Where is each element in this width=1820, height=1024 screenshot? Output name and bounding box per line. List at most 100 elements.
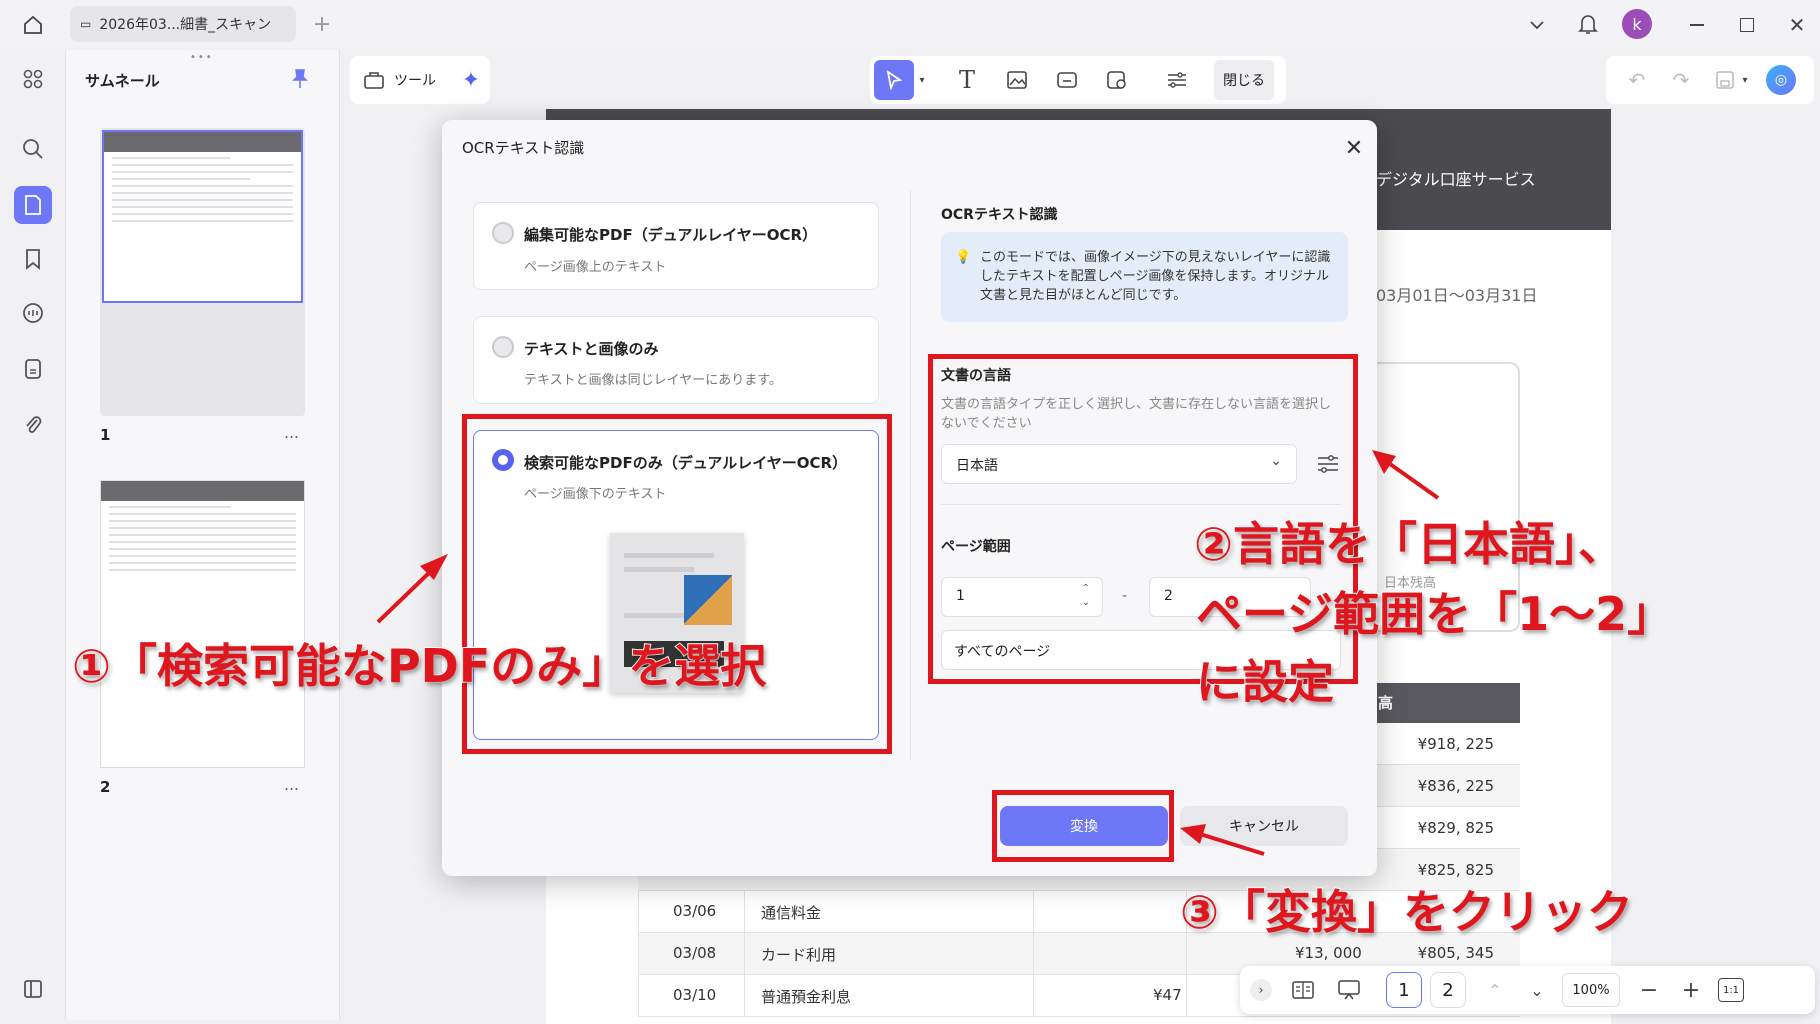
highlight-box-option [462,414,892,754]
stamp-tool-icon[interactable] [1102,65,1132,95]
thumbnail-page-number: 2 [100,778,111,796]
close-window-icon[interactable]: ✕ [1784,12,1810,38]
settings-sliders-icon[interactable] [1162,65,1192,95]
option-title: 編集可能なPDF（デュアルレイヤーOCR） [524,226,818,244]
bell-icon[interactable] [1574,10,1602,38]
dialog-divider [910,190,911,760]
info-text: このモードでは、画像イメージ下の見えないレイヤーに認識したテキストを配置しページ… [980,250,1331,303]
pin-icon[interactable] [288,66,312,92]
annotation-step-1: ①「検索可能なPDFのみ」を選択 [71,638,767,694]
option-subtitle: ページ画像上のテキスト [524,260,667,275]
thumbnail-panel-icon[interactable] [14,186,52,224]
image-tool-icon[interactable] [1002,65,1032,95]
lightbulb-icon: 💡 [955,250,972,265]
chevron-right-icon[interactable]: › [1250,979,1272,1001]
tools-group: ツール ✦ [350,56,490,104]
chevron-down-icon[interactable]: ▾ [1738,70,1752,90]
date-cell: 03/06 [673,902,717,920]
comment-icon: ▭ [80,17,92,31]
description-cell: 普通預金利息 [761,988,852,1006]
select-tool-icon[interactable] [874,60,914,100]
home-icon[interactable] [18,10,48,40]
table-header-balance: 高 [1378,694,1394,712]
close-icon[interactable]: ✕ [1340,134,1368,162]
chevron-down-icon[interactable]: ▾ [914,70,930,90]
amount-cell: ¥47 [1153,986,1182,1004]
comment-icon[interactable] [14,294,52,332]
document-period: 03月01日～03月31日 [1376,286,1538,305]
option-title: テキストと画像のみ [524,340,659,358]
annotation-step-2-line3: に設定 [1195,654,1335,710]
column-divider [1033,891,1034,1017]
thumbnail-panel-title: サムネール [85,72,160,90]
panel-drag-handle[interactable]: ••• [190,52,214,63]
actual-size-button[interactable]: 1:1 [1718,978,1744,1002]
thumbnail-image [102,130,303,303]
page-layout-icon[interactable] [1288,975,1318,1005]
description-cell: 通信料金 [761,904,822,922]
balance-cell: ¥836, 225 [1417,777,1494,795]
dialog-title: OCRテキスト認識 [462,139,585,157]
annotation-step-2-line1: ②言語を「日本語」、 [1193,516,1625,572]
highlight-box-convert [992,790,1174,862]
avatar[interactable]: k [1622,9,1652,39]
page-1-button[interactable]: 1 [1386,972,1422,1008]
balance-cell: ¥918, 225 [1417,735,1494,753]
thumbnail-page-2[interactable] [100,480,305,768]
minimize-icon[interactable] [1684,12,1710,38]
ocr-option-text-image[interactable] [473,316,879,404]
date-cell: 03/10 [673,986,717,1004]
attachment-icon[interactable] [14,406,52,444]
page-navigation-bar: › 1 2 ⌃ ⌄ 100% − + 1:1 [1240,966,1815,1014]
annotation-step-3: ③「変換」をクリック [1179,884,1634,940]
sidebar-toggle-icon[interactable] [14,970,52,1008]
text-tool-icon[interactable]: T [952,65,982,95]
new-tab-icon[interactable]: + [310,12,334,37]
ai-sparkle-icon[interactable]: ✦ [458,67,484,93]
annotation-step-2-line2: ページ範囲を「1～2」 [1195,586,1674,642]
thumbnail-more-button[interactable]: … [284,776,299,794]
ocr-option-editable[interactable] [473,202,879,290]
thumbnail-page-1[interactable] [100,128,305,416]
balance-cell: ¥829, 825 [1417,819,1494,837]
search-icon[interactable] [14,130,52,168]
radio-editable[interactable] [492,222,514,244]
edit-tools-group: ▾ T 閉じる [870,56,1286,104]
document-icon[interactable] [14,350,52,388]
date-cell: 03/08 [673,944,717,962]
history-group: ↶ ↷ ▾ ◎ [1606,56,1814,104]
document-header-text: デジタル口座サービス [1376,170,1536,189]
undo-icon[interactable]: ↶ [1624,67,1650,93]
chevron-down-icon[interactable]: ⌄ [1522,975,1552,1005]
thumbnail-image [100,480,305,768]
toolbox-icon [362,68,386,92]
apps-grid-icon[interactable] [14,60,52,98]
thumbnail-page-number: 1 [100,426,111,444]
close-edit-button[interactable]: 閉じる [1214,60,1274,100]
tools-button[interactable]: ツール [394,70,436,90]
radio-text-image[interactable] [492,336,514,358]
tab-title: 2026年03...細書_スキャン [99,17,272,33]
column-divider [744,891,745,1017]
cancel-button[interactable]: キャンセル [1180,806,1348,846]
ocr-section-title: OCRテキスト認識 [941,207,1058,223]
balance-cell: ¥805, 345 [1417,944,1494,962]
page-2-button[interactable]: 2 [1430,972,1466,1008]
maximize-icon[interactable] [1734,12,1760,38]
link-tool-icon[interactable] [1052,65,1082,95]
zoom-in-icon[interactable]: + [1678,977,1704,1003]
document-tab[interactable]: ▭ 2026年03...細書_スキャン [70,6,296,42]
ai-assistant-icon[interactable]: ◎ [1766,65,1796,95]
redo-icon[interactable]: ↷ [1668,67,1694,93]
presentation-icon[interactable] [1334,975,1364,1005]
chevron-up-icon[interactable]: ⌃ [1480,975,1510,1005]
zoom-out-icon[interactable]: − [1636,977,1662,1003]
chevron-down-icon[interactable] [1524,12,1550,38]
amount-cell: ¥13, 000 [1295,944,1362,962]
thumbnail-more-button[interactable]: … [284,424,299,442]
option-subtitle: テキストと画像は同じレイヤーにあります。 [524,373,782,388]
save-icon[interactable] [1712,67,1738,93]
bookmark-icon[interactable] [14,240,52,278]
description-cell: カード利用 [761,946,837,964]
zoom-level[interactable]: 100% [1562,973,1620,1007]
